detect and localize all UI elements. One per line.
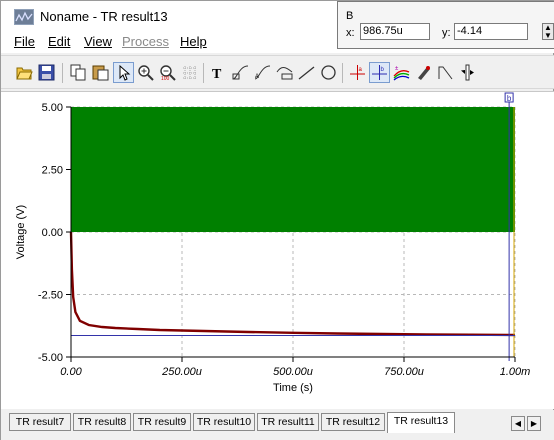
toolbar-separator bbox=[203, 63, 204, 83]
circle-icon[interactable] bbox=[318, 62, 339, 83]
svg-text:100: 100 bbox=[161, 76, 170, 81]
menu-help[interactable]: Help bbox=[180, 34, 207, 49]
menu-view-label: View bbox=[84, 34, 112, 49]
x-tick-label: 750.00u bbox=[384, 366, 424, 378]
waveform-chart[interactable]: b 5.00 2.50 0.00 -2.50 -5.00 0.00 250.00u 500.00… bbox=[1, 92, 553, 410]
tab-tr-result9[interactable]: TR result9 bbox=[133, 413, 191, 431]
pen-icon[interactable] bbox=[413, 62, 434, 83]
app-icon bbox=[14, 9, 34, 25]
text-icon[interactable]: T bbox=[208, 62, 229, 83]
cursor-a-icon[interactable]: a bbox=[347, 62, 368, 83]
menu-edit-label: Edit bbox=[48, 34, 71, 49]
menu-process-label: Process bbox=[122, 34, 169, 49]
svg-text:T: T bbox=[212, 67, 222, 81]
open-icon[interactable] bbox=[14, 62, 35, 83]
tab-tr-result8[interactable]: TR result8 bbox=[73, 413, 131, 431]
tab-tr-result11[interactable]: TR result11 bbox=[257, 413, 319, 431]
x-readout-label: x: bbox=[346, 27, 355, 39]
tabs-scroll-left-icon[interactable]: ◀ bbox=[511, 416, 525, 431]
square-wave-series bbox=[71, 107, 515, 232]
svg-text:A: A bbox=[255, 74, 259, 80]
curve-label-icon[interactable]: A bbox=[252, 62, 273, 83]
tab-tr-result13[interactable]: TR result13 bbox=[387, 412, 455, 433]
y-tick-label: -2.50 bbox=[38, 290, 63, 302]
y-readout-field[interactable]: -4.14 bbox=[454, 23, 528, 40]
paste-icon[interactable] bbox=[90, 62, 111, 83]
x-tick-label: 250.00u bbox=[161, 366, 202, 378]
curve-color-icon[interactable]: ± bbox=[391, 62, 412, 83]
plot-area[interactable]: b 5.00 2.50 0.00 -2.50 -5.00 0.00 250.00u 500.00… bbox=[1, 91, 554, 409]
cursor-readout-title: B bbox=[346, 10, 354, 22]
toolbar: 100 T A a b ± bbox=[1, 55, 554, 89]
menu-file[interactable]: File bbox=[14, 34, 35, 49]
menu-edit[interactable]: Edit bbox=[48, 34, 70, 49]
toolbar-separator bbox=[342, 63, 343, 83]
y-axis-label: Voltage (V) bbox=[15, 205, 27, 259]
copy-icon[interactable] bbox=[68, 62, 89, 83]
y-tick-label: 0.00 bbox=[42, 227, 63, 239]
cursor-readout-panel: B x: 986.75u y: -4.14 ▲ ▼ bbox=[337, 1, 554, 49]
x-readout-field[interactable]: 986.75u bbox=[360, 23, 430, 40]
y-readout-label: y: bbox=[442, 27, 451, 39]
line-icon[interactable] bbox=[296, 62, 317, 83]
y-tick-label: -5.00 bbox=[38, 352, 63, 364]
tab-tr-result10[interactable]: TR result10 bbox=[193, 413, 255, 431]
grid-icon[interactable] bbox=[179, 62, 200, 83]
tab-tr-result7[interactable]: TR result7 bbox=[9, 413, 71, 431]
x-tick-label: 500.00u bbox=[273, 366, 313, 378]
x-axis-label: Time (s) bbox=[273, 382, 313, 394]
y-tick-label: 5.00 bbox=[42, 102, 63, 114]
curve-icon[interactable] bbox=[230, 62, 251, 83]
tab-tr-result12[interactable]: TR result12 bbox=[321, 413, 385, 431]
cursor-b-label: b bbox=[507, 94, 512, 103]
zoom-fit-icon[interactable]: 100 bbox=[157, 62, 178, 83]
function-icon[interactable] bbox=[274, 62, 295, 83]
window-title: Noname - TR result13 bbox=[40, 9, 168, 24]
zoom-in-icon[interactable] bbox=[135, 62, 156, 83]
svg-text:±: ± bbox=[395, 66, 399, 72]
result-tabs: TR result7 TR result8 TR result9 TR resu… bbox=[1, 410, 554, 440]
y-tick-label: 2.50 bbox=[42, 165, 63, 177]
save-icon[interactable] bbox=[36, 62, 57, 83]
x-tick-label: 1.00m bbox=[500, 366, 531, 378]
marker-icon[interactable] bbox=[435, 62, 456, 83]
menu-process[interactable]: Process bbox=[122, 34, 169, 49]
svg-text:a: a bbox=[359, 67, 363, 73]
readout-spin-button[interactable]: ▲ ▼ bbox=[542, 23, 554, 40]
toolbar-separator bbox=[62, 63, 63, 83]
menu-file-label: File bbox=[14, 34, 35, 49]
svg-text:b: b bbox=[381, 67, 385, 73]
pointer-icon[interactable] bbox=[113, 62, 134, 83]
scroll-arrows-icon[interactable] bbox=[457, 62, 478, 83]
app-window: Noname - TR result13 File Edit View Proc… bbox=[0, 0, 554, 440]
menu-help-label: Help bbox=[180, 34, 207, 49]
cursor-b-icon[interactable]: b bbox=[369, 62, 390, 83]
menu-view[interactable]: View bbox=[84, 34, 112, 49]
x-tick-label: 0.00 bbox=[60, 366, 82, 378]
tabs-scroll-right-icon[interactable]: ▶ bbox=[527, 416, 541, 431]
